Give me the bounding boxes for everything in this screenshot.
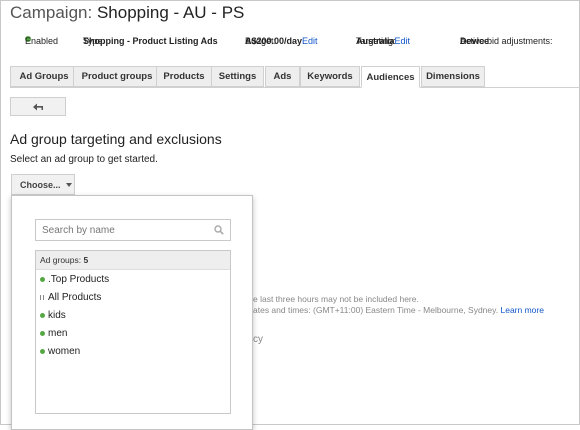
tab-label: Dimensions [426, 71, 480, 82]
tab-products[interactable]: Products [156, 66, 212, 87]
choose-ad-group-dropdown[interactable]: Choose... [11, 174, 75, 195]
ad-group-name: kids [48, 309, 66, 321]
list-item[interactable]: kids [36, 306, 230, 324]
campaign-type: Type: Shopping - Product Listing Ads [83, 36, 218, 46]
tab-label: Ad Groups [19, 71, 69, 82]
list-header: Ad groups: 5 [36, 251, 230, 270]
type-label: Type: [83, 36, 106, 46]
tab-label: Ads [273, 71, 292, 82]
page-title: Campaign: Shopping - AU - PS [10, 3, 244, 23]
timezone-note: ates and times: (GMT+11:00) Eastern Time… [253, 305, 544, 315]
ad-group-name: .Top Products [48, 273, 110, 285]
enabled-label: Enabled [25, 36, 59, 46]
list-header-label: Ad groups: [40, 255, 82, 265]
ad-group-picker-popup: Ad groups: 5 .Top Products All Products … [11, 195, 253, 430]
bid-adjustments: Active bid adjustments: Device [460, 36, 553, 46]
campaign-targeting: Targeting: Australia Edit [356, 36, 410, 46]
tab-label: Products [163, 71, 205, 82]
ad-group-name: women [48, 345, 81, 357]
ad-group-list: Ad groups: 5 .Top Products All Products … [35, 250, 231, 414]
enabled-dot-icon [40, 276, 45, 282]
tab-baseline [10, 87, 580, 88]
campaign-budget: Budget: A$200.00/day Edit [245, 36, 318, 46]
tab-product-groups[interactable]: Product groups [73, 66, 161, 87]
section-instruction: Select an ad group to get started. [10, 154, 158, 165]
back-arrow-icon [33, 103, 43, 110]
timezone-note-text: ates and times: (GMT+11:00) Eastern Time… [253, 305, 499, 315]
bid-label: Active bid adjustments: [460, 36, 553, 46]
ad-group-name: All Products [48, 291, 102, 303]
tab-ad-groups[interactable]: Ad Groups [10, 66, 78, 87]
list-item[interactable]: .Top Products [36, 270, 230, 288]
search-icon[interactable] [214, 225, 224, 235]
list-header-count: 5 [83, 255, 89, 265]
tab-ads[interactable]: Ads [265, 66, 300, 87]
enabled-dot-icon [40, 330, 45, 336]
tab-label: Audiences [366, 71, 415, 83]
budget-edit-link[interactable]: Edit [302, 36, 318, 46]
list-item[interactable]: women [36, 342, 230, 360]
caret-down-icon [65, 182, 72, 187]
list-item[interactable]: All Products [36, 288, 230, 306]
obscured-link-fragment[interactable]: cy [253, 334, 263, 345]
learn-more-link[interactable]: Learn more [501, 305, 544, 315]
enabled-dot-icon [40, 348, 45, 354]
campaign-status-bar: Enabled Type: Shopping - Product Listing… [0, 36, 580, 52]
tab-keywords[interactable]: Keywords [300, 66, 360, 87]
budget-label: Budget: [245, 36, 277, 46]
back-button[interactable] [10, 97, 66, 116]
campaign-prefix: Campaign: [10, 3, 93, 22]
paused-icon [40, 294, 44, 300]
tab-settings[interactable]: Settings [211, 66, 264, 87]
choose-label: Choose... [20, 179, 61, 190]
tab-label: Product groups [81, 71, 153, 82]
enabled-dot-icon [40, 312, 45, 318]
search-input[interactable] [35, 219, 231, 241]
list-item[interactable]: men [36, 324, 230, 342]
campaign-name: Shopping - AU - PS [96, 3, 245, 22]
tab-audiences[interactable]: Audiences [361, 66, 420, 88]
ad-group-name: men [48, 327, 68, 339]
targeting-edit-link[interactable]: Edit [395, 36, 411, 46]
tab-dimensions[interactable]: Dimensions [421, 66, 485, 87]
tab-label: Settings [218, 71, 257, 82]
tab-label: Keywords [307, 71, 353, 82]
section-heading: Ad group targeting and exclusions [10, 131, 222, 147]
targeting-label: Targeting: [356, 36, 396, 46]
data-freshness-note: e last three hours may not be included h… [253, 294, 419, 304]
